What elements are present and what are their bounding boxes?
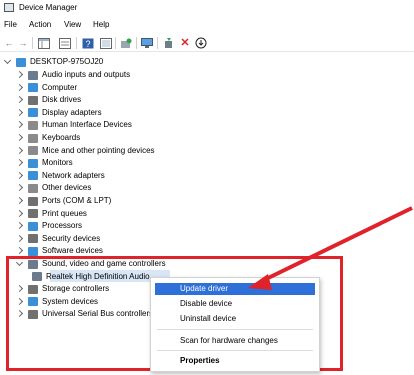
tree-category-item[interactable]: Monitors: [16, 157, 73, 169]
chevron-right-icon[interactable]: [16, 208, 24, 220]
display-adapter-icon: [28, 108, 38, 118]
chevron-right-icon[interactable]: [16, 119, 24, 131]
tree-item-label: Display adapters: [42, 107, 102, 117]
tree-category-item[interactable]: Disk drives: [16, 94, 81, 106]
chevron-right-icon[interactable]: [16, 132, 24, 144]
menu-help[interactable]: Help: [93, 20, 109, 29]
other-devices-icon: [28, 183, 38, 193]
tree-category-item[interactable]: Human Interface Devices: [16, 119, 132, 131]
properties-menu-item[interactable]: Properties: [155, 355, 315, 367]
device-manager-icon: [4, 3, 14, 12]
chevron-right-icon[interactable]: [16, 233, 24, 245]
download-icon[interactable]: [195, 37, 207, 49]
tree-item-label: Network adapters: [42, 170, 105, 180]
toolbar-separator: [32, 37, 33, 49]
tree-category-item[interactable]: Display adapters: [16, 107, 102, 119]
uninstall-icon[interactable]: ✕: [179, 37, 191, 49]
tree-category-item[interactable]: Processors: [16, 220, 82, 232]
tree-item-label: Human Interface Devices: [42, 120, 132, 130]
tree-item-label: Ports (COM & LPT): [42, 196, 112, 205]
chevron-right-icon[interactable]: [16, 69, 24, 81]
security-icon: [28, 234, 38, 244]
printer-icon: [28, 209, 38, 219]
menu-file[interactable]: File: [4, 20, 17, 29]
speaker-icon: [28, 70, 38, 80]
port-icon: [28, 196, 38, 206]
tree-item-label: Computer: [42, 82, 78, 92]
tree-item-label: Audio inputs and outputs: [42, 70, 131, 79]
tree-item-label: Processors: [42, 221, 83, 231]
tree-category-item[interactable]: Other devices: [16, 182, 91, 194]
tree-item-label: Other devices: [42, 183, 92, 193]
toolbar-separator: [115, 37, 116, 49]
update-driver-menu-item[interactable]: Update driver: [155, 283, 315, 295]
root-label: DESKTOP-975OJ20: [30, 57, 104, 66]
tree-category-item[interactable]: Mice and other pointing devices: [16, 145, 155, 157]
tree-item-label: Keyboards: [42, 133, 81, 142]
software-device-icon: [28, 246, 38, 256]
disk-drive-icon: [28, 95, 38, 105]
keyboard-icon: [28, 133, 38, 143]
help-icon[interactable]: ?: [82, 37, 94, 49]
chevron-right-icon[interactable]: [16, 107, 24, 119]
scan-hardware-menu-item[interactable]: Scan for hardware changes: [155, 335, 315, 347]
forward-icon[interactable]: →: [17, 37, 29, 49]
chevron-right-icon[interactable]: [16, 145, 24, 157]
chevron-right-icon[interactable]: [16, 94, 24, 106]
tree-item-label: Disk drives: [42, 95, 82, 105]
tree-category-item[interactable]: Print queues: [16, 208, 87, 220]
tree-category-item[interactable]: Security devices: [16, 233, 100, 245]
menu-separator: [157, 329, 313, 330]
monitor-icon: [28, 158, 38, 168]
menu-bar: File Action View Help: [0, 18, 414, 32]
svg-text:?: ?: [85, 39, 90, 49]
toolbar: ← → ? ✕: [0, 34, 414, 52]
properties-icon[interactable]: [59, 37, 71, 49]
title-bar: Device Manager: [0, 0, 414, 16]
disable-device-menu-item[interactable]: Disable device: [155, 298, 315, 310]
tree-category-item[interactable]: Computer: [16, 82, 77, 94]
toolbar-separator: [136, 37, 137, 49]
menu-action[interactable]: Action: [29, 20, 51, 29]
chevron-right-icon[interactable]: [16, 170, 24, 182]
scan-hardware-icon[interactable]: [120, 37, 132, 49]
menu-view[interactable]: View: [64, 20, 81, 29]
show-hide-console-tree-icon[interactable]: [38, 37, 50, 49]
uninstall-device-menu-item[interactable]: Uninstall device: [155, 313, 315, 325]
computer-icon: [16, 57, 26, 67]
tree-category-item[interactable]: Ports (COM & LPT): [16, 195, 111, 207]
chevron-right-icon[interactable]: [16, 220, 24, 232]
window-title: Device Manager: [19, 3, 78, 12]
context-menu: Update driver Disable device Uninstall d…: [150, 277, 320, 372]
tree-root[interactable]: DESKTOP-975OJ20: [4, 56, 103, 68]
chevron-right-icon[interactable]: [16, 195, 24, 207]
computer-icon: [28, 83, 38, 93]
processor-icon: [28, 221, 38, 231]
network-adapter-icon: [28, 171, 38, 181]
show-hidden-icon[interactable]: [100, 37, 112, 49]
update-driver-icon[interactable]: [163, 37, 175, 49]
tree-category-item[interactable]: Keyboards: [16, 132, 80, 144]
mouse-icon: [28, 146, 38, 156]
tree-item-label: Monitors: [42, 158, 73, 168]
chevron-right-icon[interactable]: [16, 182, 24, 194]
tree-category-item[interactable]: Audio inputs and outputs: [16, 69, 130, 81]
toolbar-separator: [76, 37, 77, 49]
monitor-icon[interactable]: [141, 37, 153, 49]
toolbar-separator: [157, 37, 158, 49]
menu-separator: [157, 350, 313, 351]
tree-item-label: Mice and other pointing devices: [42, 145, 155, 155]
tree-category-item[interactable]: Network adapters: [16, 170, 105, 182]
tree-item-label: Print queues: [42, 208, 87, 218]
chevron-right-icon[interactable]: [16, 157, 24, 169]
chevron-down-icon[interactable]: [4, 56, 12, 68]
chevron-right-icon[interactable]: [16, 82, 24, 94]
back-icon[interactable]: ←: [3, 37, 15, 49]
tree-item-label: Security devices: [42, 233, 101, 243]
hid-icon: [28, 120, 38, 130]
